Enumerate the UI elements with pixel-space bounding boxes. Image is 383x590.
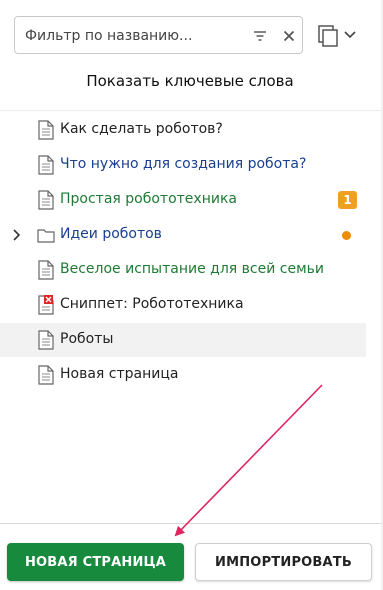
tree-item-label: Что нужно для создания робота? — [60, 156, 307, 172]
tree-item-label: Сниппет: Робототехника — [60, 296, 244, 312]
import-button[interactable]: ИМПОРТИРОВАТЬ — [195, 543, 372, 581]
chevron-down-icon — [344, 31, 356, 39]
tree-item-label: Роботы — [60, 331, 114, 347]
tree-item-label: Простая робототехника — [60, 191, 237, 207]
tree-item[interactable]: Роботы — [0, 323, 366, 357]
status-dot — [342, 231, 351, 240]
new-page-button[interactable]: НОВАЯ СТРАНИЦА — [7, 543, 184, 581]
tree-item-label: Веселое испытание для всей семьи — [60, 261, 324, 277]
tree-item-label: Идеи роботов — [60, 226, 162, 242]
filter-placeholder: Фильтр по названию... — [25, 28, 193, 44]
tree-item[interactable]: Сниппет: Робототехника — [0, 288, 366, 322]
tree-item-label: Как сделать роботов? — [60, 121, 223, 137]
show-keywords-toggle[interactable]: Показать ключевые слова — [0, 72, 380, 90]
tree-item[interactable]: Идеи роботов — [0, 218, 366, 252]
tree-item[interactable]: Что нужно для создания робота? — [0, 148, 366, 182]
copy-icon — [318, 25, 338, 47]
divider — [0, 523, 381, 524]
count-badge: 1 — [338, 191, 357, 209]
tree-item[interactable]: Как сделать роботов? — [0, 113, 366, 147]
chevron-right-icon[interactable] — [10, 228, 24, 242]
filter-icon[interactable] — [252, 28, 268, 44]
divider — [0, 110, 381, 111]
tree-item[interactable]: Веселое испытание для всей семьи — [0, 253, 366, 287]
tree-item[interactable]: Простая робототехника 1 — [0, 183, 366, 217]
filter-input[interactable]: Фильтр по названию... — [14, 16, 303, 54]
copy-menu-button[interactable] — [318, 22, 360, 48]
tree-item-label: Новая страница — [60, 366, 179, 382]
tree-item[interactable]: Новая страница — [0, 358, 366, 392]
close-icon[interactable] — [281, 28, 297, 44]
